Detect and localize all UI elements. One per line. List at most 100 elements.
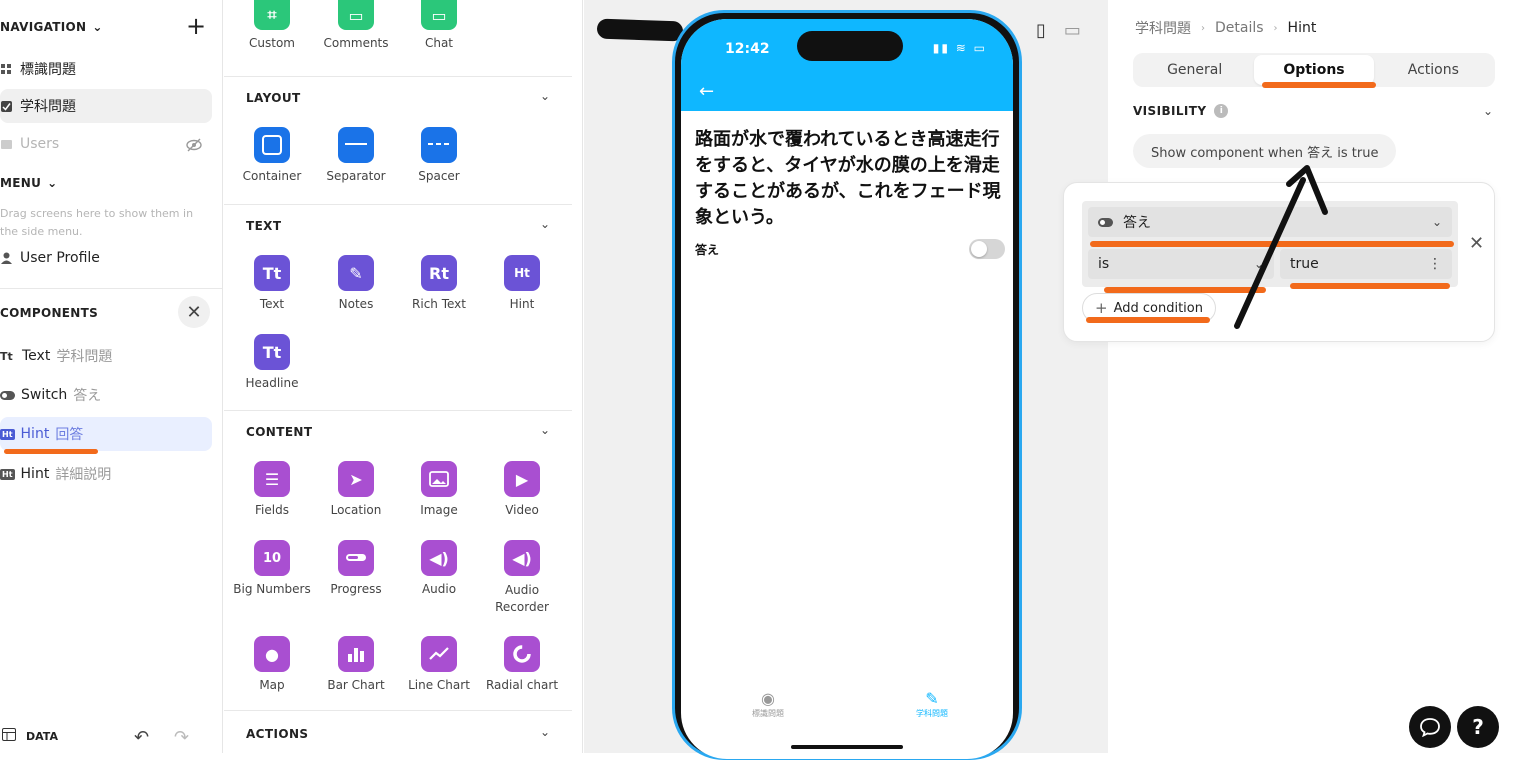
text-icon: Tt	[254, 255, 290, 291]
tile-chat[interactable]: ▭ Chat	[397, 0, 481, 50]
checklist-icon	[0, 100, 12, 112]
menu-header[interactable]: MENU ⌄	[0, 176, 58, 190]
chevron-down-icon[interactable]: ⌄	[540, 89, 550, 103]
navigation-header-label: NAVIGATION	[0, 20, 87, 34]
tile-label: Audio Recorder	[495, 583, 549, 614]
image-icon	[421, 461, 457, 497]
nav-item-label: Users	[20, 136, 60, 152]
tile-big-numbers[interactable]: 10 Big Numbers	[230, 540, 314, 596]
component-item-text[interactable]: Tt Text 学科問題	[0, 339, 212, 373]
eye-icon: ◉	[761, 689, 775, 708]
tile-fields[interactable]: ☰ Fields	[230, 461, 314, 517]
tile-image[interactable]: Image	[397, 461, 481, 517]
tile-location[interactable]: ➤ Location	[314, 461, 398, 517]
tile-label: Comments	[323, 36, 389, 50]
tile-spacer[interactable]: Spacer	[397, 127, 481, 183]
tile-hint[interactable]: Ht Hint	[480, 255, 564, 311]
component-name: 答え	[73, 388, 102, 404]
tile-comments[interactable]: ▭ Comments	[314, 0, 398, 50]
section-title: ACTIONS	[246, 727, 309, 741]
tile-line-chart[interactable]: Line Chart	[397, 636, 481, 692]
tile-audio[interactable]: ◀) Audio	[397, 540, 481, 596]
component-name: 学科問題	[56, 349, 113, 365]
back-arrow-icon[interactable]: ←	[699, 81, 714, 102]
section-actions: ACTIONS ⌄	[224, 710, 572, 753]
component-item-hint[interactable]: Ht Hint 詳細説明	[0, 457, 212, 491]
plus-icon[interactable]: +	[186, 14, 206, 38]
tab-標識問題[interactable]: ◉ 標識問題	[723, 689, 813, 719]
component-name: 詳細説明	[55, 467, 112, 483]
phone-frame: 12:42 ▮▮ ≋ ▭ ← 路面が水で覆われているとき高速走行をすると、タイヤ…	[672, 10, 1022, 760]
tile-audio-recorder[interactable]: ◀) Audio Recorder	[480, 540, 564, 616]
annotation-underline	[4, 449, 98, 454]
tile-headline[interactable]: Tt Headline	[230, 334, 314, 390]
answer-switch[interactable]	[969, 239, 1005, 259]
tile-notes[interactable]: ✎ Notes	[314, 255, 398, 311]
redo-icon[interactable]: ↷	[174, 727, 189, 748]
tab-actions[interactable]: Actions	[1374, 55, 1493, 85]
tablet-icon[interactable]: ▭	[1064, 20, 1081, 41]
table-icon	[2, 728, 16, 744]
close-icon[interactable]: ✕	[178, 296, 210, 328]
user-icon	[0, 138, 12, 150]
phone-icon[interactable]: ▯	[1036, 20, 1046, 41]
tile-rich-text[interactable]: Rt Rich Text	[397, 255, 481, 311]
tab-label: 学科問題	[916, 709, 948, 718]
rich-text-icon: Rt	[421, 255, 457, 291]
tile-label: Custom	[249, 36, 295, 50]
visibility-header: VISIBILITY i	[1133, 104, 1229, 118]
tile-label: Line Chart	[408, 678, 470, 692]
component-item-switch[interactable]: Switch 答え	[0, 378, 212, 412]
eye-off-icon[interactable]	[186, 137, 202, 156]
tile-video[interactable]: ▶ Video	[480, 461, 564, 517]
close-icon[interactable]: ✕	[1469, 233, 1484, 254]
nav-item-users[interactable]: Users	[0, 127, 212, 161]
menu-item-user-profile[interactable]: User Profile	[0, 241, 212, 275]
nav-item-学科問題[interactable]: 学科問題	[0, 89, 212, 123]
tile-label: Image	[420, 503, 458, 517]
home-indicator	[791, 745, 903, 749]
tile-bar-chart[interactable]: Bar Chart	[314, 636, 398, 692]
user-icon	[0, 252, 12, 264]
help-icon[interactable]: ?	[1457, 706, 1499, 748]
spacer-icon	[421, 127, 457, 163]
data-button[interactable]: DATA	[2, 728, 58, 744]
info-icon[interactable]: i	[1214, 104, 1229, 118]
component-item-hint-selected[interactable]: Ht Hint 回答	[0, 417, 212, 451]
tab-general[interactable]: General	[1135, 55, 1254, 85]
tile-label: Headline	[245, 376, 299, 390]
breadcrumb-item[interactable]: 学科問題	[1135, 18, 1191, 38]
tile-radial-chart[interactable]: Radial chart	[480, 636, 564, 692]
nav-item-標識問題[interactable]: 標識問題	[0, 52, 212, 86]
chevron-down-icon[interactable]: ⌄	[540, 217, 550, 231]
chevron-down-icon[interactable]: ⌄	[540, 725, 550, 739]
tile-separator[interactable]: Separator	[314, 127, 398, 183]
plus-icon: +	[1095, 299, 1108, 317]
location-icon: ➤	[338, 461, 374, 497]
tile-label: Big Numbers	[233, 582, 311, 596]
component-palette: ⌗ Custom ▭ Comments ▭ Chat LAYOUT ⌄ Cont…	[224, 0, 583, 753]
tile-container[interactable]: Container	[230, 127, 314, 183]
tile-custom[interactable]: ⌗ Custom	[230, 0, 314, 50]
section-layout: LAYOUT ⌄ Container Separator Spacer	[224, 76, 572, 204]
chat-icon[interactable]	[1409, 706, 1451, 748]
menu-item-label: User Profile	[20, 250, 100, 266]
navigation-header[interactable]: NAVIGATION ⌄	[0, 20, 103, 34]
tile-label: Text	[259, 297, 285, 311]
left-sidebar: NAVIGATION ⌄ + 標識問題 学科問題 Users MENU ⌄ Dr…	[0, 0, 223, 753]
tab-学科問題[interactable]: ✎ 学科問題	[887, 689, 977, 719]
headline-icon: Tt	[254, 334, 290, 370]
pencil-icon: ✎	[925, 689, 939, 708]
undo-icon[interactable]: ↶	[134, 727, 149, 748]
breadcrumb-item[interactable]: Details	[1215, 20, 1264, 36]
tile-text[interactable]: Tt Text	[230, 255, 314, 311]
chevron-down-icon[interactable]: ⌄	[540, 423, 550, 437]
chevron-down-icon[interactable]: ⌄	[1483, 104, 1493, 118]
tile-progress[interactable]: Progress	[314, 540, 398, 596]
notes-icon: ✎	[338, 255, 374, 291]
switch-label: 答え	[695, 243, 720, 257]
tab-options[interactable]: Options	[1254, 55, 1374, 85]
chat-icon: ▭	[421, 0, 457, 30]
tile-map[interactable]: ● Map	[230, 636, 314, 692]
tile-label: Chat	[424, 36, 454, 50]
